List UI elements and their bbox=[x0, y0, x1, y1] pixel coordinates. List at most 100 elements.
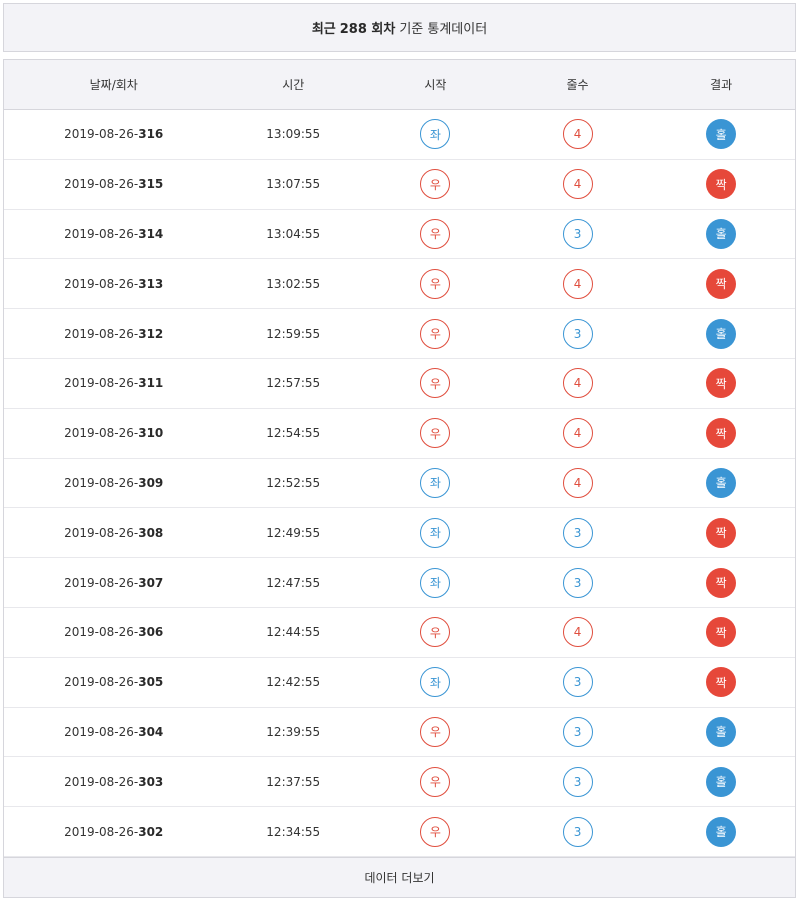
lines-badge: 4 bbox=[562, 368, 593, 399]
cell-round: 310 bbox=[138, 426, 164, 441]
result-badge: 홀 bbox=[706, 318, 737, 349]
cell-round: 308 bbox=[138, 525, 164, 540]
cell-date: 2019-08-26- bbox=[64, 475, 139, 490]
table-row: 2019-08-26- 315 13:07:55 우 4 짝 bbox=[4, 160, 795, 210]
cell-start: 좌 bbox=[363, 658, 508, 707]
cell-date-round: 2019-08-26- 310 bbox=[4, 409, 223, 458]
cell-lines: 4 bbox=[508, 110, 648, 159]
lines-badge: 3 bbox=[562, 816, 593, 847]
cell-start: 좌 bbox=[363, 110, 508, 159]
cell-date: 2019-08-26- bbox=[64, 376, 139, 391]
cell-date-round: 2019-08-26- 306 bbox=[4, 608, 223, 657]
start-badge: 우 bbox=[420, 318, 451, 349]
col-header-time: 시간 bbox=[282, 78, 305, 92]
cell-lines: 3 bbox=[508, 309, 648, 358]
cell-date-round: 2019-08-26- 309 bbox=[4, 459, 223, 508]
cell-start: 우 bbox=[363, 608, 508, 657]
cell-result: 짝 bbox=[647, 359, 795, 408]
cell-date: 2019-08-26- bbox=[64, 675, 139, 690]
cell-start: 우 bbox=[363, 359, 508, 408]
lines-badge: 4 bbox=[562, 268, 593, 299]
cell-date: 2019-08-26- bbox=[64, 774, 139, 789]
lines-badge: 4 bbox=[562, 617, 593, 648]
cell-result: 짝 bbox=[647, 558, 795, 607]
start-badge: 우 bbox=[420, 218, 451, 249]
cell-time: 12:37:55 bbox=[266, 774, 321, 789]
lines-badge: 4 bbox=[562, 169, 593, 200]
cell-time: 12:52:55 bbox=[266, 475, 321, 490]
load-more-button[interactable]: 데이터 더보기 bbox=[4, 857, 795, 897]
result-badge: 홀 bbox=[706, 119, 737, 150]
lines-badge: 3 bbox=[562, 567, 593, 598]
cell-date-round: 2019-08-26- 311 bbox=[4, 359, 223, 408]
title-suffix: 기준 통계데이터 bbox=[399, 22, 488, 37]
cell-date-round: 2019-08-26- 308 bbox=[4, 508, 223, 557]
cell-date: 2019-08-26- bbox=[64, 326, 139, 341]
cell-round: 315 bbox=[138, 177, 164, 192]
cell-lines: 3 bbox=[508, 658, 648, 707]
cell-time: 12:34:55 bbox=[266, 824, 321, 839]
cell-lines: 3 bbox=[508, 807, 648, 856]
cell-round: 305 bbox=[138, 675, 164, 690]
cell-round: 304 bbox=[138, 724, 164, 739]
cell-result: 짝 bbox=[647, 160, 795, 209]
lines-badge: 3 bbox=[562, 766, 593, 797]
table-row: 2019-08-26- 312 12:59:55 우 3 홀 bbox=[4, 309, 795, 359]
result-badge: 짝 bbox=[706, 368, 737, 399]
col-header-result: 결과 bbox=[710, 78, 733, 92]
table-row: 2019-08-26- 314 13:04:55 우 3 홀 bbox=[4, 210, 795, 260]
cell-start: 우 bbox=[363, 708, 508, 757]
cell-start: 우 bbox=[363, 807, 508, 856]
lines-badge: 3 bbox=[562, 318, 593, 349]
col-header-date-round: 날짜/회차 bbox=[89, 78, 138, 92]
stats-title: 최근 288 회차 기준 통계데이터 bbox=[3, 3, 796, 52]
cell-round: 313 bbox=[138, 276, 164, 291]
cell-date-round: 2019-08-26- 313 bbox=[4, 259, 223, 308]
cell-result: 홀 bbox=[647, 309, 795, 358]
result-badge: 홀 bbox=[706, 218, 737, 249]
start-badge: 우 bbox=[420, 716, 451, 747]
cell-time: 13:07:55 bbox=[266, 177, 321, 192]
cell-round: 303 bbox=[138, 774, 164, 789]
cell-result: 짝 bbox=[647, 658, 795, 707]
stats-panel: 최근 288 회차 기준 통계데이터 날짜/회차 시간 시작 줄수 결과 201… bbox=[0, 0, 800, 901]
cell-time: 12:49:55 bbox=[266, 525, 321, 540]
result-badge: 짝 bbox=[706, 667, 737, 698]
lines-badge: 4 bbox=[562, 467, 593, 498]
start-badge: 우 bbox=[420, 766, 451, 797]
table-row: 2019-08-26- 310 12:54:55 우 4 짝 bbox=[4, 409, 795, 459]
cell-start: 우 bbox=[363, 160, 508, 209]
cell-date: 2019-08-26- bbox=[64, 226, 139, 241]
cell-result: 홀 bbox=[647, 110, 795, 159]
result-badge: 짝 bbox=[706, 517, 737, 548]
cell-date: 2019-08-26- bbox=[64, 276, 139, 291]
result-badge: 홀 bbox=[706, 467, 737, 498]
start-badge: 우 bbox=[420, 268, 451, 299]
result-badge: 짝 bbox=[706, 169, 737, 200]
table-row: 2019-08-26- 309 12:52:55 좌 4 홀 bbox=[4, 459, 795, 509]
result-badge: 짝 bbox=[706, 617, 737, 648]
table-row: 2019-08-26- 316 13:09:55 좌 4 홀 bbox=[4, 110, 795, 160]
cell-start: 우 bbox=[363, 409, 508, 458]
cell-lines: 4 bbox=[508, 160, 648, 209]
cell-date-round: 2019-08-26- 307 bbox=[4, 558, 223, 607]
cell-date: 2019-08-26- bbox=[64, 177, 139, 192]
cell-time: 12:59:55 bbox=[266, 326, 321, 341]
cell-round: 306 bbox=[138, 625, 164, 640]
col-header-lines: 줄수 bbox=[566, 78, 589, 92]
start-badge: 좌 bbox=[420, 567, 451, 598]
cell-time: 12:47:55 bbox=[266, 575, 321, 590]
cell-date-round: 2019-08-26- 312 bbox=[4, 309, 223, 358]
cell-result: 홀 bbox=[647, 757, 795, 806]
table-row: 2019-08-26- 303 12:37:55 우 3 홀 bbox=[4, 757, 795, 808]
cell-time: 13:09:55 bbox=[266, 127, 321, 142]
cell-time: 13:02:55 bbox=[266, 276, 321, 291]
table-header: 날짜/회차 시간 시작 줄수 결과 bbox=[4, 60, 795, 110]
table-row: 2019-08-26- 307 12:47:55 좌 3 짝 bbox=[4, 558, 795, 608]
cell-time: 13:04:55 bbox=[266, 226, 321, 241]
start-badge: 좌 bbox=[420, 517, 451, 548]
cell-date-round: 2019-08-26- 315 bbox=[4, 160, 223, 209]
cell-round: 309 bbox=[138, 475, 164, 490]
start-badge: 우 bbox=[420, 169, 451, 200]
cell-start: 좌 bbox=[363, 508, 508, 557]
